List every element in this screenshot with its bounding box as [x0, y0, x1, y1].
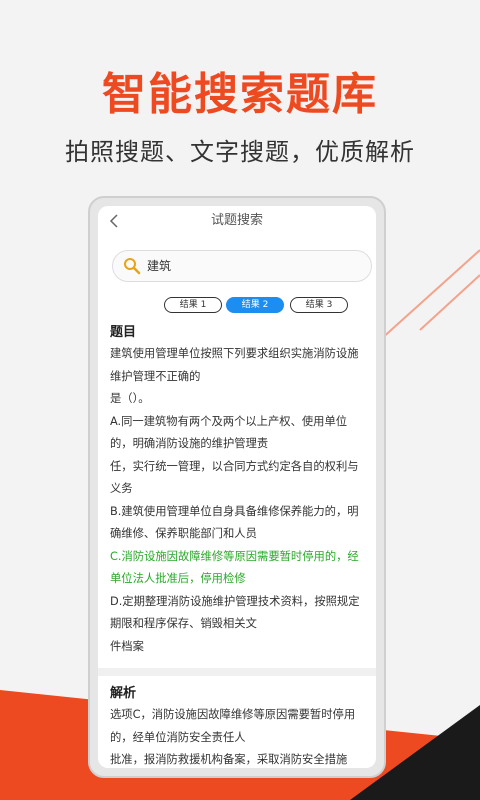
app-title-bar: 试题搜索: [98, 206, 376, 236]
option-a-line: 任，实行统一管理，以合同方式约定各自的权利与: [110, 459, 359, 473]
question-section: 题目 建筑使用管理单位按照下列要求组织实施消防设施 维护管理不正确的 是（）。 …: [98, 323, 376, 768]
promo-headline: 智能搜索题库: [102, 69, 378, 120]
analysis-heading: 解析: [110, 686, 137, 701]
option-c-answer-line: 单位法人批准后，停用检修: [110, 572, 246, 585]
search-icon: [124, 258, 141, 275]
tab-result-3[interactable]: 结果 3: [290, 297, 348, 313]
app-screen: 试题搜索 建筑 结果 1 结果 2 结果 3 题目 建筑使用管理单位按照下列要求…: [98, 206, 376, 768]
option-d-line: 期限和程序保存、销毁相关文: [110, 617, 257, 630]
page-title: 试题搜索: [210, 213, 263, 228]
option-c-answer-line: C.消防设施因故障维修等原因需要暂时停用的，经: [110, 549, 359, 563]
option-b-line: 确维修、保养职能部门和人员: [110, 527, 257, 540]
option-d-line: 件档案: [110, 639, 144, 653]
section-divider: [98, 668, 376, 676]
promo-subtitle: 拍照搜题、文字搜题，优质解析: [65, 138, 415, 166]
option-a-line: 义务: [110, 482, 133, 495]
analysis-line: 批准，报消防救援机构备案，采取消防安全措施: [110, 753, 348, 766]
search-query: 建筑: [147, 259, 172, 273]
question-line: 是（）。: [110, 392, 150, 405]
option-d-line: D.定期整理消防设施维护管理技术资料，按照规定: [110, 594, 360, 608]
result-tabs: 结果 1 结果 2 结果 3: [98, 297, 376, 315]
back-icon[interactable]: [106, 206, 122, 236]
question-line: 建筑使用管理单位按照下列要求组织实施消防设施: [110, 347, 359, 360]
question-line: 维护管理不正确的: [110, 369, 201, 383]
analysis-line: 选项C，消防设施因故障维修等原因需要暂时停用: [110, 708, 356, 721]
tab-result-2[interactable]: 结果 2: [226, 297, 284, 313]
option-a-line: 的，明确消防设施的维护管理责: [110, 437, 269, 450]
tab-result-1[interactable]: 结果 1: [164, 297, 222, 313]
phone-mockup: 试题搜索 建筑 结果 1 结果 2 结果 3 题目 建筑使用管理单位按照下列要求…: [88, 196, 386, 778]
search-input[interactable]: 建筑: [112, 250, 372, 282]
option-b-line: B.建筑使用管理单位自身具备维修保养能力的，明: [110, 504, 359, 518]
analysis-line: 的，经单位消防安全责任人: [110, 730, 246, 744]
question-heading: 题目: [110, 325, 137, 340]
option-a-line: A.同一建筑物有两个及两个以上产权、使用单位: [110, 414, 348, 428]
